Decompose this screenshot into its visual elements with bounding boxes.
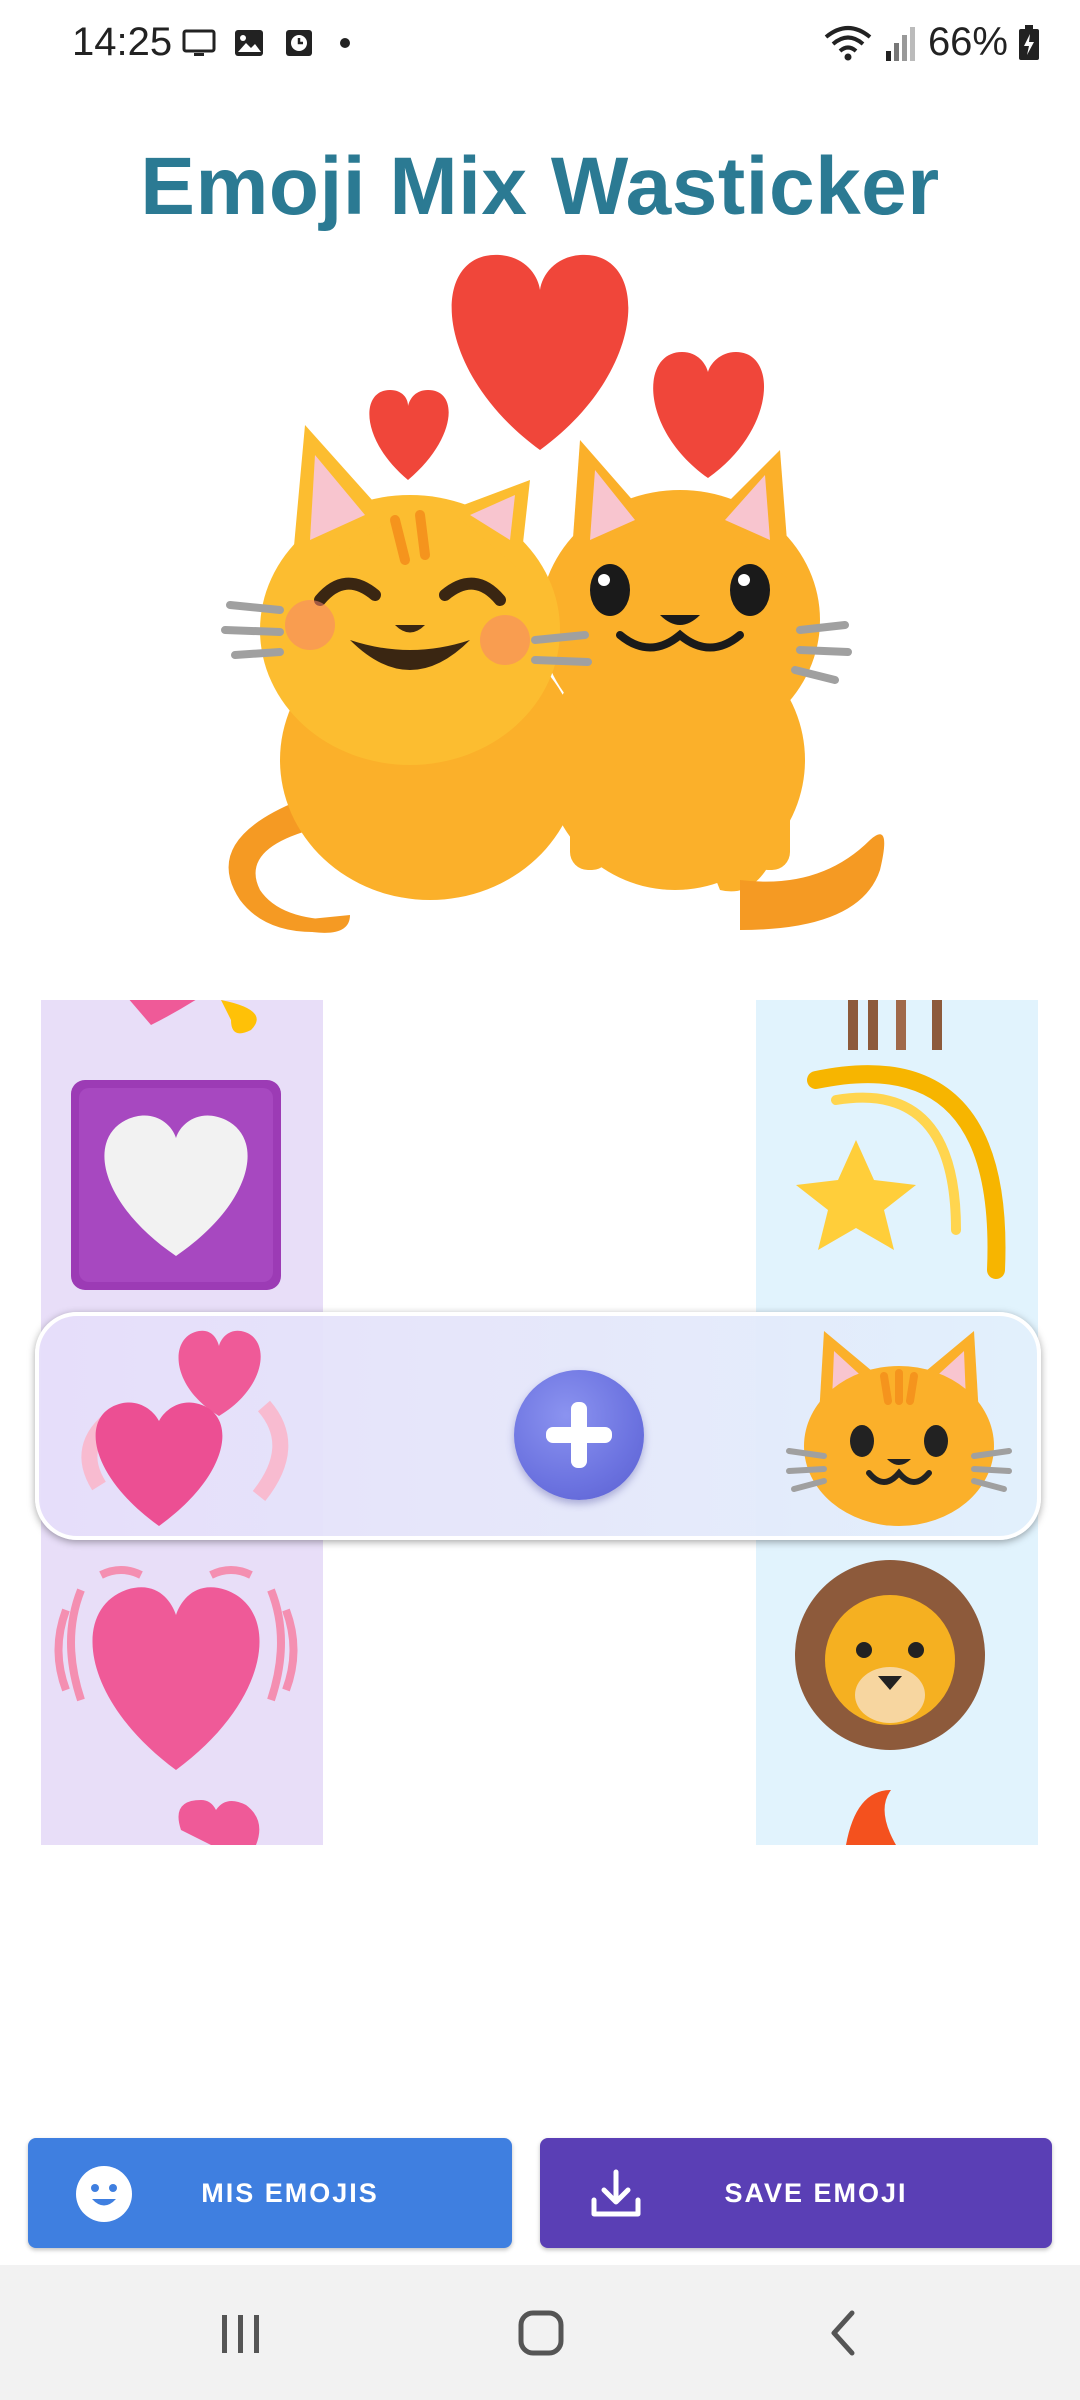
plus-icon xyxy=(546,1402,612,1468)
beating-heart[interactable] xyxy=(54,1566,298,1770)
back-icon[interactable] xyxy=(808,2303,878,2363)
app-title: Emoji Mix Wasticker xyxy=(140,141,940,232)
partial-heart-emoji[interactable] xyxy=(121,1000,257,1034)
save-emoji-button[interactable]: SAVE EMOJI xyxy=(540,2138,1052,2248)
horse-legs-emoji[interactable] xyxy=(848,1000,942,1050)
status-bar: 14:25 66% xyxy=(0,0,1080,90)
battery-percentage: 66% xyxy=(927,20,1008,64)
lion-face[interactable] xyxy=(795,1560,985,1750)
partial-heart-emoji[interactable] xyxy=(178,1800,260,1845)
dizzy-star[interactable] xyxy=(796,1065,1006,1279)
recent-apps-icon[interactable] xyxy=(205,2303,275,2363)
clock-icon xyxy=(286,30,312,56)
notification-dot xyxy=(340,38,350,48)
emoji-selection-bar xyxy=(35,1312,1041,1540)
mixed-emoji-preview xyxy=(221,254,885,933)
smiley-icon xyxy=(76,2166,132,2222)
combine-button[interactable] xyxy=(514,1370,644,1500)
battery-charging-icon xyxy=(1019,24,1039,60)
white-heart-purple-square[interactable] xyxy=(71,1080,281,1290)
home-icon[interactable] xyxy=(506,2303,576,2363)
wifi-icon xyxy=(824,25,872,60)
download-icon xyxy=(591,2169,641,2217)
partial-fire-emoji[interactable] xyxy=(846,1790,896,1845)
screen-cast-icon xyxy=(182,29,216,56)
cat-face[interactable] xyxy=(784,1321,1014,1536)
signal-icon xyxy=(885,26,915,61)
my-emojis-button[interactable]: MIS EMOJIS xyxy=(28,2138,512,2248)
revolving-hearts[interactable] xyxy=(59,1316,299,1536)
status-time: 14:25 xyxy=(72,20,173,64)
system-nav-bar xyxy=(0,2265,1080,2400)
image-icon xyxy=(235,30,263,56)
